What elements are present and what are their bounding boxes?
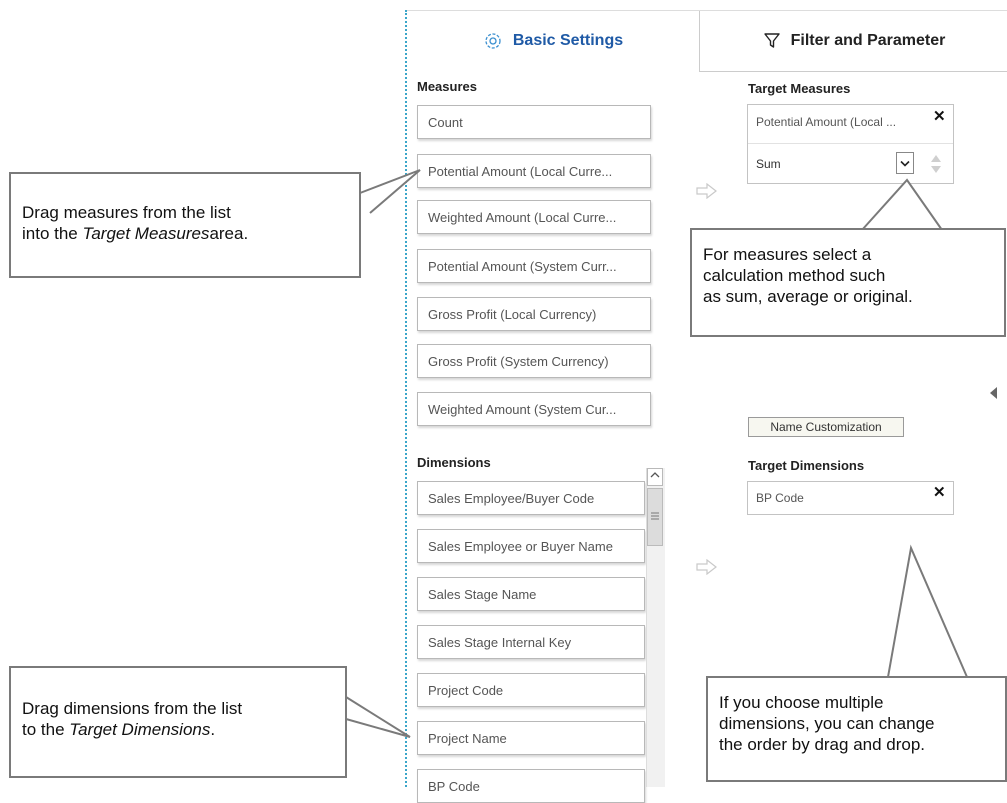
callout-text: to the Target Dimensions.: [22, 719, 345, 740]
filter-icon: [763, 33, 780, 48]
chevron-down-icon: [900, 160, 910, 167]
callout-text: Drag measures from the list: [22, 203, 231, 222]
scroll-up-button[interactable]: [647, 468, 663, 486]
tab-basic-settings[interactable]: Basic Settings: [407, 11, 699, 71]
target-measure-item-label: Potential Amount (Local ...: [756, 115, 897, 129]
callout-text: area.: [209, 224, 249, 243]
callout-text: into the: [22, 224, 83, 243]
gear-icon: [485, 33, 501, 49]
callout-text: If you choose multiple: [719, 693, 884, 712]
measure-item-potential-local[interactable]: Potential Amount (Local Curre...: [417, 154, 651, 188]
callout-drag-dimensions: Drag dimensions from the list to the Tar…: [9, 666, 347, 778]
measure-item-weighted-local[interactable]: Weighted Amount (Local Curre...: [417, 200, 651, 234]
calc-method-dropdown[interactable]: [896, 152, 914, 174]
panel-left-border: [405, 10, 407, 787]
target-measures-box[interactable]: Potential Amount (Local ... Sum: [747, 104, 954, 184]
grip-icon: [651, 512, 659, 520]
target-dimension-item-label: BP Code: [756, 491, 804, 505]
close-icon[interactable]: ✕: [933, 483, 946, 501]
calc-method-value: Sum: [756, 157, 781, 171]
dimension-item-sales-stage-key[interactable]: Sales Stage Internal Key: [417, 625, 645, 659]
dimension-item-sales-stage-name[interactable]: Sales Stage Name: [417, 577, 645, 611]
callout-text: .: [210, 720, 216, 739]
tab-filter-and-parameter[interactable]: Filter and Parameter: [699, 11, 1007, 72]
arrow-right-icon: [696, 183, 717, 199]
dimension-item-bp-code[interactable]: BP Code: [417, 769, 645, 803]
callout-calculation-method: For measures select a calculation method…: [690, 228, 1006, 337]
sort-icon[interactable]: [929, 153, 943, 175]
measure-item-potential-system[interactable]: Potential Amount (System Curr...: [417, 249, 651, 283]
callout-text: dimensions, you can change: [719, 714, 935, 733]
name-customization-button[interactable]: Name Customization: [748, 417, 904, 437]
dimension-item-sales-employee-code[interactable]: Sales Employee/Buyer Code: [417, 481, 645, 515]
collapse-left-icon[interactable]: [988, 386, 998, 400]
measure-item-gross-profit-system[interactable]: Gross Profit (System Currency): [417, 344, 651, 378]
callout-drag-measures: Drag measures from the list into the Tar…: [9, 172, 361, 278]
measure-item-count[interactable]: Count: [417, 105, 651, 139]
tab-basic-label: Basic Settings: [512, 32, 624, 49]
target-dimensions-heading: Target Dimensions: [748, 458, 865, 473]
measures-heading: Measures: [417, 79, 477, 94]
dimension-item-sales-employee-name[interactable]: Sales Employee or Buyer Name: [417, 529, 645, 563]
dimension-item-project-code[interactable]: Project Code: [417, 673, 645, 707]
callout-text: to the: [22, 720, 70, 739]
dimension-item-project-name[interactable]: Project Name: [417, 721, 645, 755]
arrow-right-icon: [696, 559, 717, 575]
target-measures-heading: Target Measures: [748, 81, 851, 96]
callout-change-order: If you choose multiple dimensions, you c…: [706, 676, 1007, 782]
measure-item-gross-profit-local[interactable]: Gross Profit (Local Currency): [417, 297, 651, 331]
callout-text: the order by drag and drop.: [719, 735, 926, 754]
scroll-thumb[interactable]: [647, 488, 663, 546]
close-icon[interactable]: ✕: [933, 107, 946, 125]
divider: [748, 143, 953, 144]
measure-item-weighted-system[interactable]: Weighted Amount (System Cur...: [417, 392, 651, 426]
callout-text: as sum, average or original.: [703, 287, 913, 306]
callout-emphasis: Target Measures: [82, 224, 210, 243]
callout-emphasis: Target Dimensions: [69, 720, 211, 739]
callout-text: For measures select a: [703, 245, 872, 264]
dimensions-heading: Dimensions: [417, 455, 491, 470]
callout-text: calculation method such: [703, 266, 886, 285]
tab-filter-label: Filter and Parameter: [790, 32, 946, 49]
chevron-up-icon: [650, 472, 660, 478]
target-dimensions-box[interactable]: BP Code: [747, 481, 954, 515]
callout-text: into the Target Measuresarea.: [22, 223, 359, 244]
callout-text: Drag dimensions from the list: [22, 699, 243, 718]
